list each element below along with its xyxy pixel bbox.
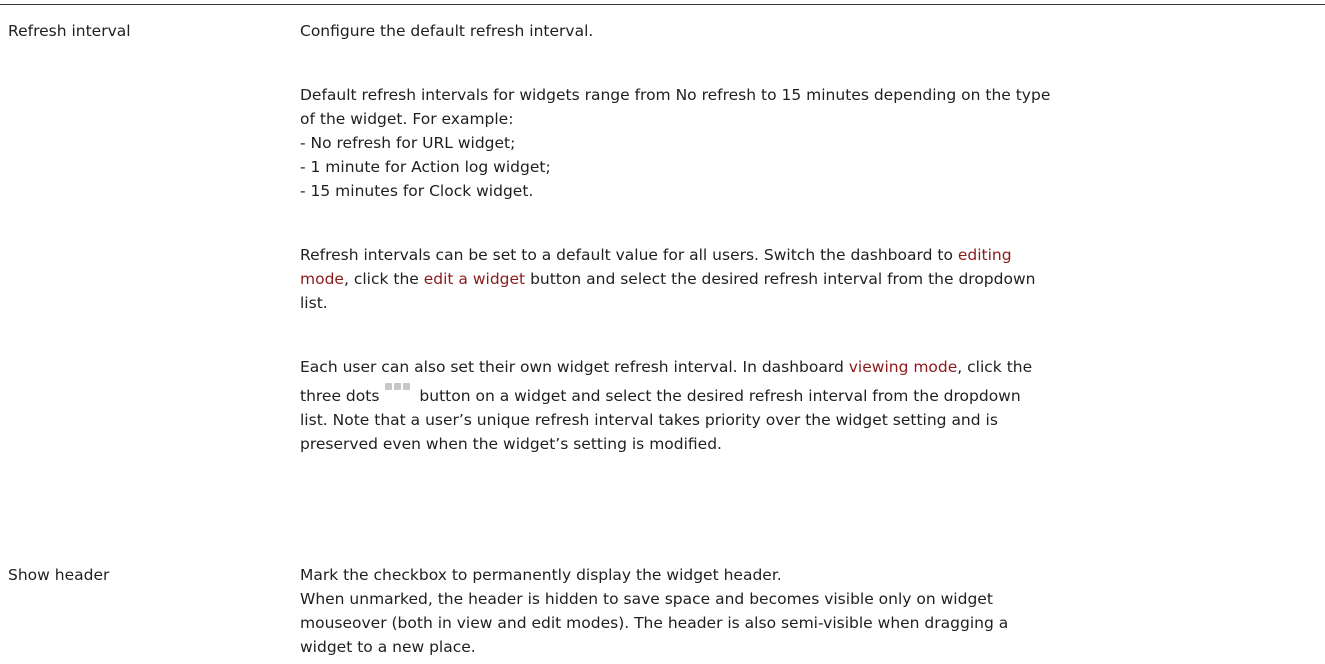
edit-widget-link[interactable]: edit a widget [424,270,525,288]
editing-mode-link[interactable]: editing [958,246,1012,264]
user-interval-paragraph-2: three dots button on a widget and select … [300,383,1315,408]
show-header-line-2: When unmarked, the header is hidden to s… [300,590,993,608]
intro-text: Configure the default refresh interval. [300,22,594,40]
show-header-line-4: widget to a new place. [300,638,476,656]
show-header-line-1: Mark the checkbox to permanently display… [300,566,782,584]
default-value-paragraph-3: list. [300,294,328,312]
description-show-header: Mark the checkbox to permanently display… [300,563,1315,659]
defaults-text-line-2: of the widget. For example: [300,110,514,128]
list-item: - No refresh for URL widget; [300,134,516,152]
user-interval-paragraph-3: list. Note that a user’s unique refresh … [300,411,998,429]
viewing-mode-link[interactable]: viewing mode [849,358,958,376]
show-header-line-3: mouseover (both in view and edit modes).… [300,614,1009,632]
default-value-paragraph-2: mode, click the edit a widget button and… [300,270,1036,288]
user-interval-paragraph-4: preserved even when the widget’s setting… [300,435,722,453]
default-value-paragraph: Refresh intervals can be set to a defaul… [300,246,1012,264]
term-show-header: Show header [8,566,110,584]
term-refresh-interval: Refresh interval [8,22,131,40]
table-top-border [0,4,1325,5]
list-item: - 1 minute for Action log widget; [300,158,551,176]
description-refresh-interval: Configure the default refresh interval. … [300,19,1315,456]
defaults-text-line-1: Default refresh intervals for widgets ra… [300,86,1051,104]
user-interval-paragraph: Each user can also set their own widget … [300,358,1033,376]
list-item: - 15 minutes for Clock widget. [300,182,534,200]
editing-mode-link-cont[interactable]: mode [300,270,344,288]
three-dots-icon [383,383,413,393]
